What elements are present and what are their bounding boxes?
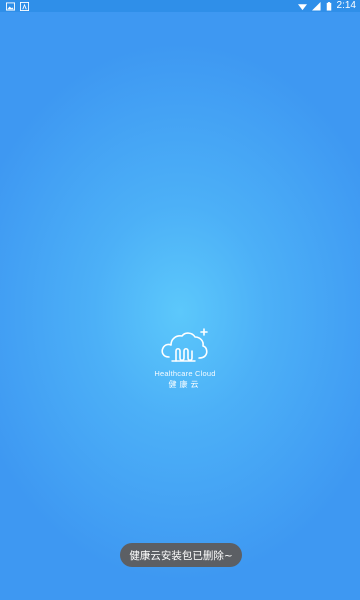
status-bar: 2:14 [0,0,360,12]
cloud-logo-icon [161,328,208,362]
status-right-icons: 2:14 [297,0,356,12]
wifi-icon [297,3,307,10]
logo-title-cn: 健康云 [168,380,202,389]
status-left-icons [6,1,29,11]
logo-title-en: Healthcare Cloud [154,369,216,378]
notification-a-icon [20,1,29,11]
status-time: 2:14 [336,0,356,11]
app-logo: Healthcare Cloud 健康云 [145,327,225,391]
signal-icon [311,1,321,11]
toast-message: 健康云安装包已删除~ [120,543,242,567]
image-icon [6,1,15,11]
splash-screen: 2:14 Healthcare Cloud 健康云 健康云安装包已删除~ [0,0,360,600]
battery-icon [326,1,331,11]
